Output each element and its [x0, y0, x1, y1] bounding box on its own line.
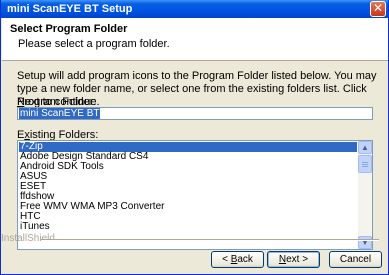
scroll-down-button[interactable]: ▼ [358, 236, 372, 249]
list-item[interactable]: Free WMV WMA MP3 Converter [19, 202, 357, 212]
page-subtitle: Please select a program folder. [18, 38, 170, 50]
list-item[interactable]: ASUS [19, 172, 357, 182]
folder-list-items: 7-Zip Adobe Design Standard CS4 Android … [19, 142, 357, 232]
list-item[interactable]: HTC [19, 212, 357, 222]
scroll-up-arrow-icon: ▲ [361, 143, 369, 152]
list-item[interactable]: Android SDK Tools [19, 162, 357, 172]
page-title: Select Program Folder [10, 23, 128, 35]
cancel-button[interactable]: Cancel [329, 251, 382, 268]
next-button[interactable]: Next > [267, 251, 320, 268]
program-folder-value: mini ScanEYE BT [19, 108, 101, 119]
close-button[interactable]: ✕ [370, 1, 386, 17]
scroll-up-button[interactable]: ▲ [358, 141, 372, 154]
existing-folders-list[interactable]: 7-Zip Adobe Design Standard CS4 Android … [17, 140, 373, 250]
close-icon: ✕ [372, 1, 384, 15]
back-button[interactable]: < Back [211, 251, 264, 268]
scroll-thumb[interactable] [358, 155, 372, 173]
list-item[interactable]: iTunes [19, 222, 357, 232]
wizard-header: Select Program Folder Please select a pr… [2, 18, 388, 61]
vertical-scrollbar[interactable]: ▲ ▼ [358, 141, 372, 249]
list-item[interactable]: ESET [19, 182, 357, 192]
window-title: mini ScanEYE BT Setup [7, 3, 133, 15]
setup-dialog: mini ScanEYE BT Setup ✕ Select Program F… [0, 0, 389, 275]
footer-divider [41, 239, 379, 241]
title-bar[interactable]: mini ScanEYE BT Setup ✕ [1, 0, 388, 18]
program-folder-input[interactable]: mini ScanEYE BT [17, 107, 373, 120]
